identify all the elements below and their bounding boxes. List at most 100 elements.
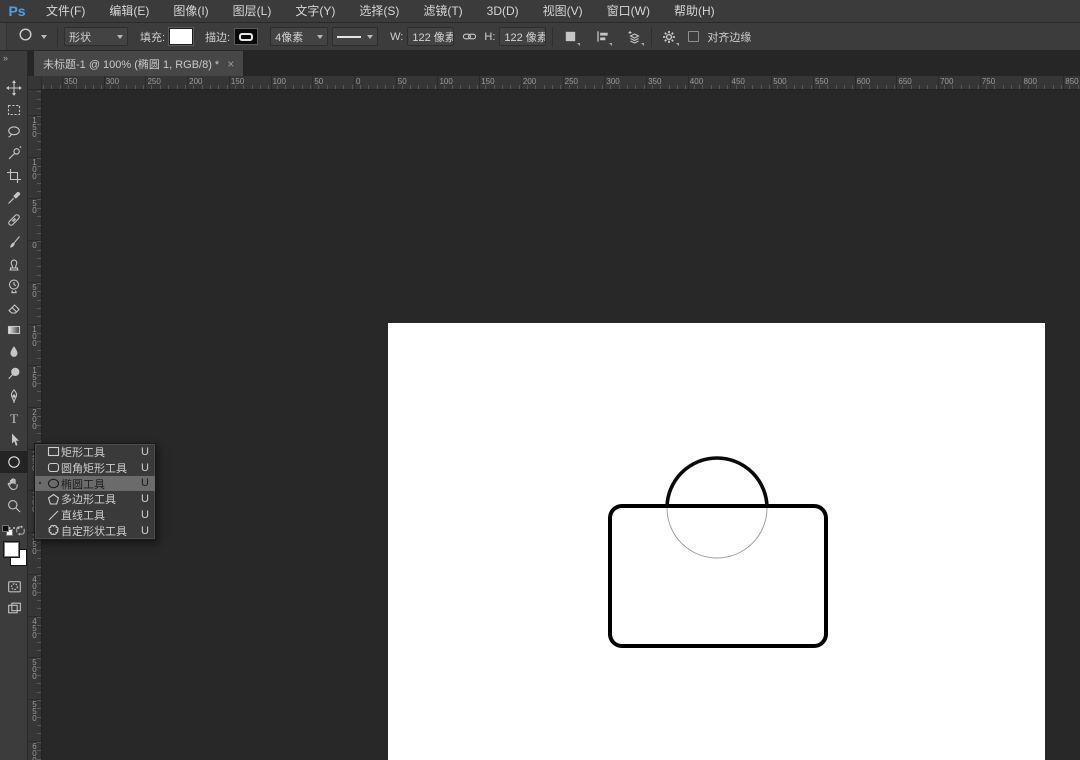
stroke-width-dropdown[interactable]: 4像素 bbox=[270, 27, 328, 46]
document-tab[interactable]: 未标题-1 @ 100% (椭圆 1, RGB/8) * × bbox=[34, 51, 243, 76]
flyout-item-椭圆工具[interactable]: ▪椭圆工具U bbox=[35, 476, 155, 492]
ruler-label: 400 bbox=[690, 77, 703, 86]
swap-colors-icon[interactable] bbox=[15, 523, 26, 541]
menu-item[interactable]: 文件(F) bbox=[34, 0, 97, 23]
shape-height-input[interactable]: 122 像素 bbox=[499, 27, 546, 46]
spot-healing-brush-tool[interactable] bbox=[0, 209, 28, 231]
crop-tool[interactable] bbox=[0, 165, 28, 187]
ruler-label: 150 bbox=[28, 117, 41, 138]
path-alignment-button[interactable] bbox=[591, 27, 613, 47]
ruler-label: 200 bbox=[523, 77, 536, 86]
flyout-item-label: 直线工具 bbox=[61, 507, 141, 523]
ruler-label: 700 bbox=[940, 77, 953, 86]
eraser-tool[interactable] bbox=[0, 297, 28, 319]
fill-color-swatch[interactable] bbox=[169, 28, 193, 45]
ruler-label: 550 bbox=[815, 77, 828, 86]
brush-tool[interactable] bbox=[0, 231, 28, 253]
rectangular-marquee-tool[interactable] bbox=[0, 99, 28, 121]
link-dimensions-button[interactable] bbox=[458, 27, 480, 47]
custom-shape-icon bbox=[45, 524, 61, 537]
stroke-style-line-icon bbox=[337, 36, 361, 38]
ruler-label: 50 bbox=[398, 77, 407, 86]
ruler-label: 200 bbox=[189, 77, 202, 86]
pen-tool[interactable] bbox=[0, 385, 28, 407]
dodge-tool[interactable] bbox=[0, 363, 28, 385]
ruler-label: 50 bbox=[28, 200, 41, 214]
current-tool-marker: ▪ bbox=[35, 480, 45, 487]
clone-stamp-tool[interactable] bbox=[0, 253, 28, 275]
menu-item[interactable]: 图层(L) bbox=[221, 0, 284, 23]
stroke-style-dropdown[interactable] bbox=[332, 27, 378, 46]
zoom-tool[interactable] bbox=[0, 495, 28, 517]
move-tool[interactable] bbox=[0, 77, 28, 99]
flyout-item-shortcut: U bbox=[141, 509, 155, 521]
ruler-label: 550 bbox=[28, 701, 41, 722]
ellipse-tool-icon bbox=[17, 26, 34, 48]
ellipse-tool[interactable] bbox=[0, 451, 28, 473]
path-operations-button[interactable] bbox=[559, 27, 581, 47]
document-canvas[interactable] bbox=[388, 323, 1045, 760]
menu-item[interactable]: 窗口(W) bbox=[595, 0, 662, 23]
ruler-label: 600 bbox=[28, 743, 41, 760]
flyout-item-自定形状工具[interactable]: 自定形状工具U bbox=[35, 523, 155, 539]
quick-selection-tool[interactable] bbox=[0, 143, 28, 165]
flyout-item-圆角矩形工具[interactable]: 圆角矩形工具U bbox=[35, 460, 155, 476]
horizontal-ruler[interactable]: 3503002502001501005005010015020025030035… bbox=[42, 76, 1080, 90]
polygon-icon bbox=[45, 493, 61, 506]
fill-label: 填充: bbox=[140, 29, 165, 45]
ruler-label: 100 bbox=[28, 326, 41, 347]
tool-mode-dropdown[interactable]: 形状 bbox=[64, 27, 128, 46]
lasso-tool[interactable] bbox=[0, 121, 28, 143]
flyout-item-多边形工具[interactable]: 多边形工具U bbox=[35, 491, 155, 507]
menu-bar: Ps 文件(F)编辑(E)图像(I)图层(L)文字(Y)选择(S)滤镜(T)3D… bbox=[0, 0, 1080, 23]
width-label: W: bbox=[390, 31, 403, 43]
hand-tool[interactable] bbox=[0, 473, 28, 495]
foreground-background-swatches[interactable] bbox=[0, 541, 28, 573]
menu-items: 文件(F)编辑(E)图像(I)图层(L)文字(Y)选择(S)滤镜(T)3D(D)… bbox=[34, 0, 727, 22]
document-tab-title: 未标题-1 @ 100% (椭圆 1, RGB/8) * bbox=[43, 56, 219, 72]
flyout-item-矩形工具[interactable]: 矩形工具U bbox=[35, 444, 155, 460]
ruler-label: 450 bbox=[28, 618, 41, 639]
ruler-label: 250 bbox=[147, 77, 160, 86]
menu-item[interactable]: 编辑(E) bbox=[97, 0, 161, 23]
screen-mode-button[interactable] bbox=[0, 597, 28, 619]
quick-mask-mode-button[interactable] bbox=[0, 575, 28, 597]
type-tool[interactable]: T bbox=[0, 407, 28, 429]
svg-text:T: T bbox=[10, 411, 18, 426]
blur-tool[interactable] bbox=[0, 341, 28, 363]
menu-item[interactable]: 视图(V) bbox=[531, 0, 595, 23]
collapse-panel-chevron-icon[interactable]: » bbox=[3, 53, 7, 63]
menu-item[interactable]: 图像(I) bbox=[161, 0, 220, 23]
menu-item[interactable]: 选择(S) bbox=[347, 0, 411, 23]
line-icon bbox=[45, 509, 61, 522]
shape-height-value: 122 像素 bbox=[504, 29, 546, 45]
menu-item[interactable]: 滤镜(T) bbox=[411, 0, 474, 23]
ruler-label: 50 bbox=[28, 284, 41, 298]
close-tab-icon[interactable]: × bbox=[227, 58, 234, 70]
path-selection-tool[interactable] bbox=[0, 429, 28, 451]
default-colors-icon[interactable] bbox=[2, 525, 13, 536]
vertical-ruler[interactable]: 1501005005010015020025030035040045050055… bbox=[28, 90, 42, 760]
path-arrangement-button[interactable] bbox=[623, 27, 645, 47]
ruler-origin-corner[interactable] bbox=[28, 76, 42, 90]
stroke-color-swatch[interactable] bbox=[234, 28, 258, 45]
eyedropper-tool[interactable] bbox=[0, 187, 28, 209]
rectangle-icon bbox=[45, 445, 61, 458]
foreground-color-swatch[interactable] bbox=[3, 541, 20, 558]
flyout-item-label: 矩形工具 bbox=[61, 444, 141, 460]
flyout-item-直线工具[interactable]: 直线工具U bbox=[35, 507, 155, 523]
flyout-item-shortcut: U bbox=[141, 493, 155, 505]
menu-item[interactable]: 3D(D) bbox=[475, 0, 531, 23]
gear-settings-button[interactable] bbox=[658, 27, 680, 47]
history-brush-tool[interactable] bbox=[0, 275, 28, 297]
tool-preset-picker[interactable] bbox=[13, 26, 51, 48]
shape-width-input[interactable]: 122 像素 bbox=[407, 27, 454, 46]
flyout-item-shortcut: U bbox=[141, 525, 155, 537]
align-edges-checkbox[interactable] bbox=[688, 31, 699, 42]
gradient-tool[interactable] bbox=[0, 319, 28, 341]
height-label: H: bbox=[484, 31, 495, 43]
shape-tools-flyout-menu: 矩形工具U圆角矩形工具U▪椭圆工具U多边形工具U直线工具U自定形状工具U bbox=[34, 443, 156, 540]
menu-item[interactable]: 文字(Y) bbox=[283, 0, 347, 23]
menu-item[interactable]: 帮助(H) bbox=[662, 0, 727, 23]
ruler-label: 600 bbox=[857, 77, 870, 86]
